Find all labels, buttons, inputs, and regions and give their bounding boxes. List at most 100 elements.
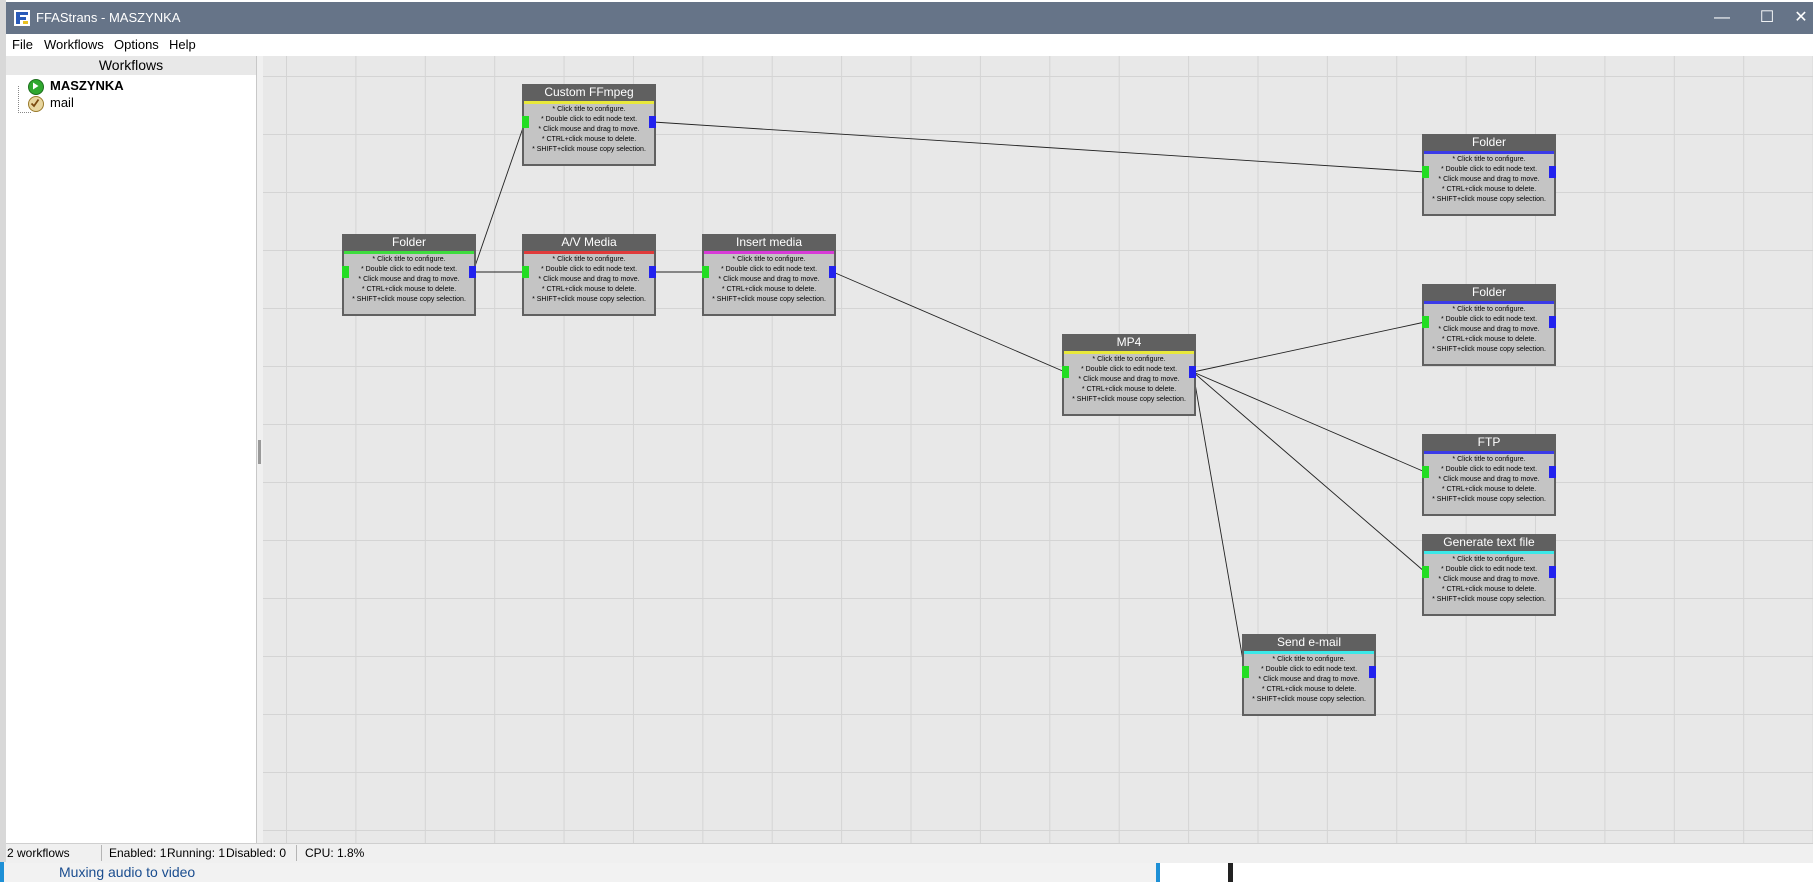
workflow-label: MASZYNKA xyxy=(50,78,124,93)
node-title[interactable]: Send e-mail xyxy=(1242,634,1376,651)
node-help-line: * Double click to edit node text. xyxy=(540,116,638,123)
node-custom-ffmpeg[interactable]: Custom FFmpeg * Click title to configure.… xyxy=(522,84,656,166)
output-port[interactable] xyxy=(1549,566,1556,578)
link-mp4-to-ftp xyxy=(1192,371,1426,473)
node-help-line: * Click mouse and drag to move. xyxy=(1438,176,1540,183)
menu-help[interactable]: Help xyxy=(169,37,196,52)
node-help-text[interactable]: * Click title to configure. * Double clic… xyxy=(1424,304,1554,364)
input-port[interactable] xyxy=(1062,366,1069,378)
output-port[interactable] xyxy=(649,116,656,128)
menu-workflows[interactable]: Workflows xyxy=(44,37,104,52)
node-help-line: * Double click to edit node text. xyxy=(360,266,458,273)
menu-file[interactable]: File xyxy=(12,37,33,52)
node-help-text[interactable]: * Click title to configure. * Double clic… xyxy=(704,254,834,314)
background-window: Muxing audio to video xyxy=(0,862,1813,882)
menu-options[interactable]: Options xyxy=(114,37,159,52)
node-help-line: * Click mouse and drag to move. xyxy=(1258,676,1360,683)
node-help-line: * Click title to configure. xyxy=(732,256,806,263)
input-port[interactable] xyxy=(1422,466,1429,478)
input-port[interactable] xyxy=(702,266,709,278)
splitter-grip[interactable] xyxy=(258,440,261,464)
node-help-line: * CTRL+click mouse to delete. xyxy=(1081,386,1177,393)
input-port[interactable] xyxy=(342,266,349,278)
workflow-item-mail[interactable]: mail xyxy=(28,95,74,112)
node-help-text[interactable]: * Click title to configure. * Double clic… xyxy=(524,104,654,164)
output-port[interactable] xyxy=(1549,166,1556,178)
node-title[interactable]: FTP xyxy=(1422,434,1556,451)
input-port[interactable] xyxy=(1422,566,1429,578)
node-help-line: * CTRL+click mouse to delete. xyxy=(1441,586,1537,593)
status-enabled: Enabled: 1 xyxy=(109,846,167,860)
close-button[interactable]: ✕ xyxy=(1789,2,1813,34)
ffastrans-app-icon xyxy=(14,10,30,26)
node-help-line: * Click title to configure. xyxy=(1452,156,1526,163)
node-help-text[interactable]: * Click title to configure. * Double clic… xyxy=(1424,154,1554,214)
node-help-line: * CTRL+click mouse to delete. xyxy=(541,136,637,143)
node-help-line: * Click title to configure. xyxy=(552,256,626,263)
node-title[interactable]: A/V Media xyxy=(522,234,656,251)
node-generate-text-file[interactable]: Generate text file * Click title to confi… xyxy=(1422,534,1556,616)
output-port[interactable] xyxy=(1549,316,1556,328)
workflow-item-maszynka[interactable]: MASZYNKA xyxy=(28,78,124,95)
maximize-icon: ☐ xyxy=(1759,9,1775,26)
output-port[interactable] xyxy=(469,266,476,278)
node-help-line: * SHIFT+click mouse copy selection. xyxy=(532,296,646,303)
node-mp4[interactable]: MP4 * Click title to configure. * Double c… xyxy=(1062,334,1196,416)
node-folder-2[interactable]: Folder * Click title to configure. * Doubl… xyxy=(1422,134,1556,216)
input-port[interactable] xyxy=(522,116,529,128)
node-help-line: * CTRL+click mouse to delete. xyxy=(1441,486,1537,493)
node-help-line: * Click mouse and drag to move. xyxy=(718,276,820,283)
input-port[interactable] xyxy=(1422,316,1429,328)
title-bar: FFAStrans - MASZYNKA — ☐ ✕ xyxy=(6,2,1813,34)
node-title[interactable]: Custom FFmpeg xyxy=(522,84,656,101)
node-title[interactable]: Folder xyxy=(1422,284,1556,301)
output-port[interactable] xyxy=(649,266,656,278)
output-port[interactable] xyxy=(1549,466,1556,478)
background-window-text: Muxing audio to video xyxy=(59,864,196,880)
node-links xyxy=(472,121,1426,673)
node-help-text[interactable]: * Click title to configure. * Double clic… xyxy=(1064,354,1194,414)
node-help-line: * CTRL+click mouse to delete. xyxy=(541,286,637,293)
node-folder-1[interactable]: Folder * Click title to configure. * Doubl… xyxy=(342,234,476,316)
node-help-line: * SHIFT+click mouse copy selection. xyxy=(1432,596,1546,603)
close-icon: ✕ xyxy=(1794,9,1808,26)
node-av-media[interactable]: A/V Media * Click title to configure. * Do… xyxy=(522,234,656,316)
node-title[interactable]: MP4 xyxy=(1062,334,1196,351)
node-help-text[interactable]: * Click title to configure. * Double clic… xyxy=(1424,454,1554,514)
workflow-canvas[interactable]: Folder * Click title to configure. * Doubl… xyxy=(263,56,1813,843)
node-help-line: * Double click to edit node text. xyxy=(1260,666,1358,673)
node-title[interactable]: Insert media xyxy=(702,234,836,251)
node-ftp[interactable]: FTP * Click title to configure. * Double c… xyxy=(1422,434,1556,516)
node-help-line: * Click mouse and drag to move. xyxy=(358,276,460,283)
link-mp4-to-folder-3 xyxy=(1192,321,1426,373)
node-help-text[interactable]: * Click title to configure. * Double clic… xyxy=(344,254,474,314)
node-help-line: * Click title to configure. xyxy=(1452,306,1526,313)
node-insert-media[interactable]: Insert media * Click title to configure. *… xyxy=(702,234,836,316)
maximize-button[interactable]: ☐ xyxy=(1744,2,1790,34)
output-port[interactable] xyxy=(1189,366,1196,378)
node-help-line: * Click title to configure. xyxy=(552,106,626,113)
node-help-line: * Click mouse and drag to move. xyxy=(1438,476,1540,483)
background-panel: Muxing audio to video xyxy=(0,862,1160,882)
node-title[interactable]: Folder xyxy=(1422,134,1556,151)
status-bar: 2 workflows Enabled: 1 Running: 1 Disabl… xyxy=(6,843,1813,863)
node-help-line: * SHIFT+click mouse copy selection. xyxy=(712,296,826,303)
node-help-line: * Click mouse and drag to move. xyxy=(538,276,640,283)
node-help-text[interactable]: * Click title to configure. * Double clic… xyxy=(1424,554,1554,614)
node-folder-3[interactable]: Folder * Click title to configure. * Doubl… xyxy=(1422,284,1556,366)
play-icon xyxy=(28,78,44,95)
output-port[interactable] xyxy=(1369,666,1376,678)
node-title[interactable]: Generate text file xyxy=(1422,534,1556,551)
node-help-text[interactable]: * Click title to configure. * Double clic… xyxy=(1244,654,1374,714)
node-help-text[interactable]: * Click title to configure. * Double clic… xyxy=(524,254,654,314)
node-title[interactable]: Folder xyxy=(342,234,476,251)
input-port[interactable] xyxy=(522,266,529,278)
output-port[interactable] xyxy=(829,266,836,278)
input-port[interactable] xyxy=(1242,666,1249,678)
minimize-icon: — xyxy=(1714,9,1730,26)
input-port[interactable] xyxy=(1422,166,1429,178)
node-send-email[interactable]: Send e-mail * Click title to configure. * … xyxy=(1242,634,1376,716)
link-folder-1-to-custom-ffmpeg xyxy=(472,121,526,273)
window-title: FFAStrans - MASZYNKA xyxy=(36,10,181,25)
minimize-button[interactable]: — xyxy=(1699,2,1745,34)
